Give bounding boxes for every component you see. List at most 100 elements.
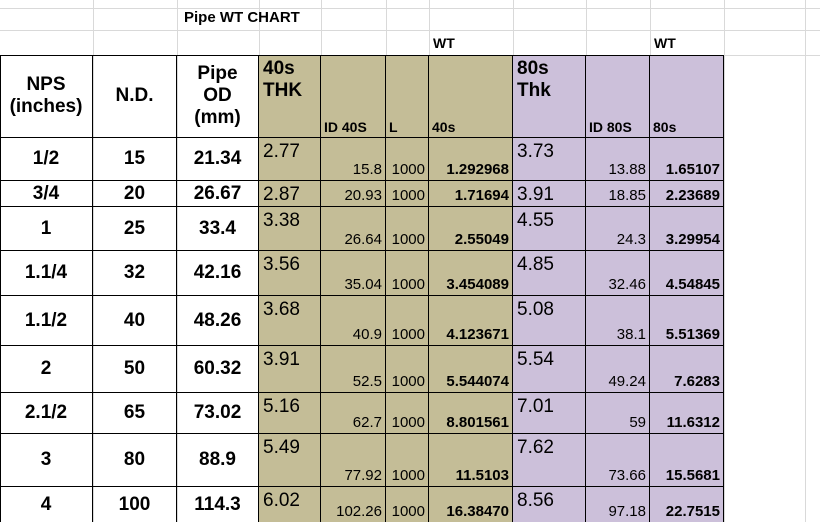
table-cell-wt40-text: 1.292968 [446,160,509,178]
table-cell-wt40-text: 11.5103 [455,466,509,484]
table-cell-od: 42.16 [177,251,259,296]
table-cell-id80-text: 13.88 [608,160,646,178]
table-cell-thk40-text: 2.87 [263,184,300,205]
table-cell-od-text: 26.67 [193,182,242,204]
table-cell-thk80: 5.08 [513,296,586,346]
table-cell-l-text: 1000 [391,466,425,484]
table-cell-nps-text: 1.1/2 [24,309,68,331]
table-cell-od-text: 48.26 [193,309,242,331]
table-cell-wt40: 4.123671 [429,296,513,346]
table-cell-id80: 73.66 [586,434,650,487]
table-cell-wt40-text: 3.454089 [446,275,509,293]
table-cell-id40: 52.5 [321,346,386,393]
table-cell-id40: 102.26 [321,487,386,522]
table-cell-thk40-text: 6.02 [263,490,300,511]
table-cell-wt80: 2.23689 [650,181,724,207]
table-cell-id40-text: 52.5 [352,372,382,390]
header-thk40-text: 40s THK [263,58,303,101]
table-cell-id40: 40.9 [321,296,386,346]
table-cell-nd-text: 25 [123,217,146,239]
table-cell-l: 1000 [386,487,429,522]
header-nd-text: N.D. [115,85,154,107]
header-l: L [386,55,429,138]
table-cell-thk40-text: 5.16 [263,396,300,417]
gridline [0,8,820,9]
table-cell-wt40: 8.801561 [429,393,513,434]
table-cell-l-text: 1000 [391,502,425,520]
table-cell-id80: 38.1 [586,296,650,346]
header-nps: NPS (inches) [0,55,93,138]
table-cell-wt80-text: 22.7515 [665,502,720,520]
table-cell-nd-text: 50 [123,358,146,380]
table-cell-id40-text: 15.8 [352,160,382,178]
gridline [0,30,820,31]
table-cell-thk40: 3.56 [259,251,321,296]
table-cell-id80-text: 38.1 [616,325,646,343]
table-cell-l-text: 1000 [391,325,425,343]
table-cell-nd: 40 [93,296,177,346]
table-cell-wt40: 1.71694 [429,181,513,207]
table-cell-wt80: 4.54845 [650,251,724,296]
table-cell-l: 1000 [386,296,429,346]
header-l-text: L [389,118,398,135]
table-cell-id40: 26.64 [321,207,386,251]
table-cell-wt40-text: 2.55049 [454,230,509,248]
table-cell-nps-text: 1.1/4 [24,262,68,284]
table-cell-od-text: 60.32 [193,358,242,380]
table-cell-id40-text: 26.64 [344,230,382,248]
table-cell-l-text: 1000 [391,230,425,248]
table-cell-id40: 20.93 [321,181,386,207]
table-cell-od: 48.26 [177,296,259,346]
header-thk80-text: 80s Thk [517,58,551,101]
table-cell-nps-text: 4 [40,493,52,515]
table-cell-nps-text: 2.1/2 [24,402,68,424]
table-cell-nd: 32 [93,251,177,296]
table-cell-id40-text: 77.92 [344,466,382,484]
table-cell-od: 73.02 [177,393,259,434]
table-cell-wt40-text: 5.544074 [446,372,509,390]
table-cell-od: 60.32 [177,346,259,393]
table-cell-thk80-text: 8.56 [517,490,554,511]
table-cell-id80: 49.24 [586,346,650,393]
table-cell-nps: 2.1/2 [0,393,93,434]
table-cell-id40-text: 62.7 [352,413,382,431]
table-cell-thk80: 7.01 [513,393,586,434]
table-cell-od-text: 73.02 [193,402,242,424]
table-cell-od-text: 33.4 [199,217,236,239]
wt-label-40s: WT [433,35,455,51]
table-cell-thk80: 3.91 [513,181,586,207]
table-cell-nps-text: 1 [40,217,52,239]
table-cell-id80: 59 [586,393,650,434]
table-cell-wt40: 2.55049 [429,207,513,251]
table-cell-wt40-text: 4.123671 [446,325,509,343]
table-cell-l: 1000 [386,251,429,296]
table-cell-thk40: 5.49 [259,434,321,487]
table-cell-l: 1000 [386,181,429,207]
table-cell-id40-text: 40.9 [352,325,382,343]
table-cell-nd-text: 100 [118,493,151,515]
header-nps-text: NPS (inches) [9,74,83,117]
table-cell-wt80-text: 3.29954 [665,230,720,248]
table-cell-nps-text: 3/4 [32,182,60,204]
table-cell-thk40: 6.02 [259,487,321,522]
table-cell-od: 33.4 [177,207,259,251]
table-cell-wt80-text: 1.65107 [665,160,720,178]
table-cell-id80: 13.88 [586,138,650,181]
header-id40-text: ID 40S [324,118,367,135]
table-cell-od-text: 21.34 [193,148,242,170]
header-thk80: 80s Thk [513,55,586,138]
header-id80: ID 80S [586,55,650,138]
table-cell-id80-text: 73.66 [608,466,646,484]
table-cell-od: 26.67 [177,181,259,207]
gridline [724,0,725,522]
table-cell-id80-text: 32.46 [608,275,646,293]
table-cell-nd: 25 [93,207,177,251]
table-cell-wt80-text: 11.6312 [666,413,720,431]
table-cell-od-text: 42.16 [193,262,242,284]
table-cell-thk80: 3.73 [513,138,586,181]
header-wt80: 80s [650,55,724,138]
table-cell-wt80: 11.6312 [650,393,724,434]
table-cell-id40: 62.7 [321,393,386,434]
header-nd: N.D. [93,55,177,138]
table-cell-od: 114.3 [177,487,259,522]
